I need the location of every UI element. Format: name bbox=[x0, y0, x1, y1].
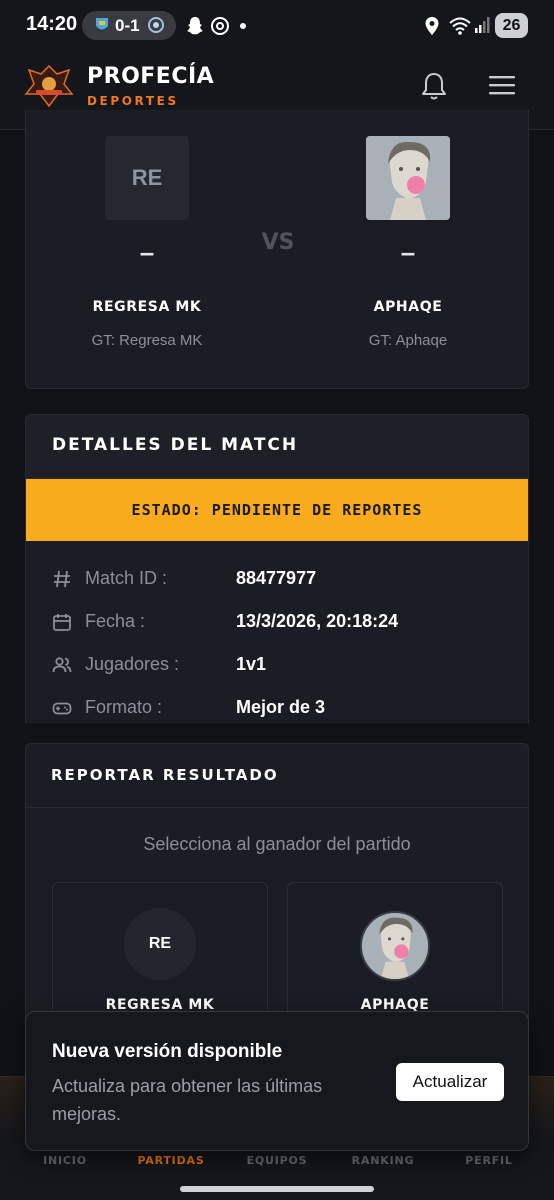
team-crest-icon bbox=[148, 17, 164, 33]
update-toast: Nueva versión disponible Actualiza para … bbox=[25, 1011, 529, 1151]
match-status-banner: ESTADO: PENDIENTE DE REPORTES bbox=[26, 479, 528, 541]
signal-icon bbox=[475, 17, 490, 33]
player1-score: – bbox=[139, 237, 155, 267]
toast-title: Nueva versión disponible bbox=[52, 1041, 283, 1062]
detail-value: Mejor de 3 bbox=[236, 697, 326, 717]
detail-row-match-id: Match ID : 88477977 bbox=[26, 564, 528, 594]
live-score-pill[interactable]: 0-1 bbox=[82, 11, 176, 40]
player1-gamertag: GT: Regresa MK bbox=[91, 332, 203, 349]
detail-row-date: Fecha : 13/3/2026, 20:18:24 bbox=[26, 607, 528, 637]
report-result-header: REPORTAR RESULTADO bbox=[26, 744, 528, 808]
bell-icon[interactable] bbox=[419, 70, 449, 102]
winner-option-avatar-image bbox=[362, 913, 428, 979]
match-details-card: DETALLES DEL MATCH ESTADO: PENDIENTE DE … bbox=[25, 414, 529, 723]
player2-avatar bbox=[366, 136, 450, 220]
player2-score: – bbox=[400, 237, 416, 267]
status-time: 14:20 bbox=[26, 13, 78, 35]
nav-item-perfil[interactable]: PERFIL bbox=[444, 1154, 534, 1167]
logo[interactable] bbox=[24, 64, 74, 108]
gamepad-icon bbox=[52, 702, 72, 715]
wifi-icon bbox=[449, 17, 471, 35]
threads-icon bbox=[211, 17, 229, 35]
calendar-icon bbox=[53, 614, 71, 631]
detail-label: Fecha : bbox=[85, 611, 146, 631]
update-button[interactable]: Actualizar bbox=[396, 1063, 504, 1101]
snapchat-icon bbox=[187, 17, 203, 35]
player1-avatar: RE bbox=[105, 136, 189, 220]
detail-label: Formato : bbox=[85, 697, 163, 717]
detail-label: Jugadores : bbox=[85, 654, 180, 674]
menu-icon[interactable] bbox=[488, 74, 516, 96]
match-versus-card: RE – – VS REGRESA MK APHAQE GT: Regresa … bbox=[25, 110, 529, 389]
nav-item-inicio[interactable]: INICIO bbox=[20, 1154, 110, 1167]
match-details-header: DETALLES DEL MATCH bbox=[26, 415, 528, 479]
brand-title: PROFECÍA bbox=[87, 64, 215, 89]
player2-gamertag: GT: Aphaqe bbox=[368, 332, 448, 349]
report-result-title: REPORTAR RESULTADO bbox=[51, 766, 279, 784]
player2-avatar-image bbox=[366, 136, 450, 220]
detail-row-players: Jugadores : 1v1 bbox=[26, 650, 528, 680]
nav-item-partidas[interactable]: PARTIDAS bbox=[126, 1154, 216, 1167]
live-score: 0-1 bbox=[115, 16, 140, 35]
location-icon bbox=[425, 17, 439, 35]
match-details-title: DETALLES DEL MATCH bbox=[52, 435, 299, 455]
versus-label: VS bbox=[261, 230, 295, 255]
detail-value: 88477977 bbox=[236, 568, 317, 588]
notification-dot bbox=[240, 23, 246, 29]
battery-icon: 26 bbox=[495, 13, 528, 38]
winner-option-avatar bbox=[360, 911, 430, 981]
users-icon bbox=[52, 657, 72, 673]
detail-row-format: Formato : Mejor de 3 bbox=[26, 693, 528, 723]
report-result-hint: Selecciona al ganador del partido bbox=[143, 834, 411, 854]
team-crest-icon bbox=[96, 18, 108, 30]
gesture-bar[interactable] bbox=[180, 1186, 374, 1192]
status-bar: 14:20 0-1 26 bbox=[0, 0, 554, 52]
hash-icon bbox=[54, 570, 70, 588]
detail-value: 1v1 bbox=[236, 654, 267, 674]
brand-subtitle: DEPORTES bbox=[87, 94, 179, 108]
player1-name: REGRESA MK bbox=[92, 299, 202, 315]
detail-label: Match ID : bbox=[85, 568, 168, 588]
player2-name: APHAQE bbox=[373, 299, 443, 315]
toast-body: Actualiza para obtener las últimas mejor… bbox=[52, 1076, 323, 1124]
winner-option-avatar: RE bbox=[124, 908, 196, 980]
detail-value: 13/3/2026, 20:18:24 bbox=[236, 611, 399, 631]
nav-item-ranking[interactable]: RANKING bbox=[338, 1154, 428, 1167]
nav-item-equipos[interactable]: EQUIPOS bbox=[232, 1154, 322, 1167]
